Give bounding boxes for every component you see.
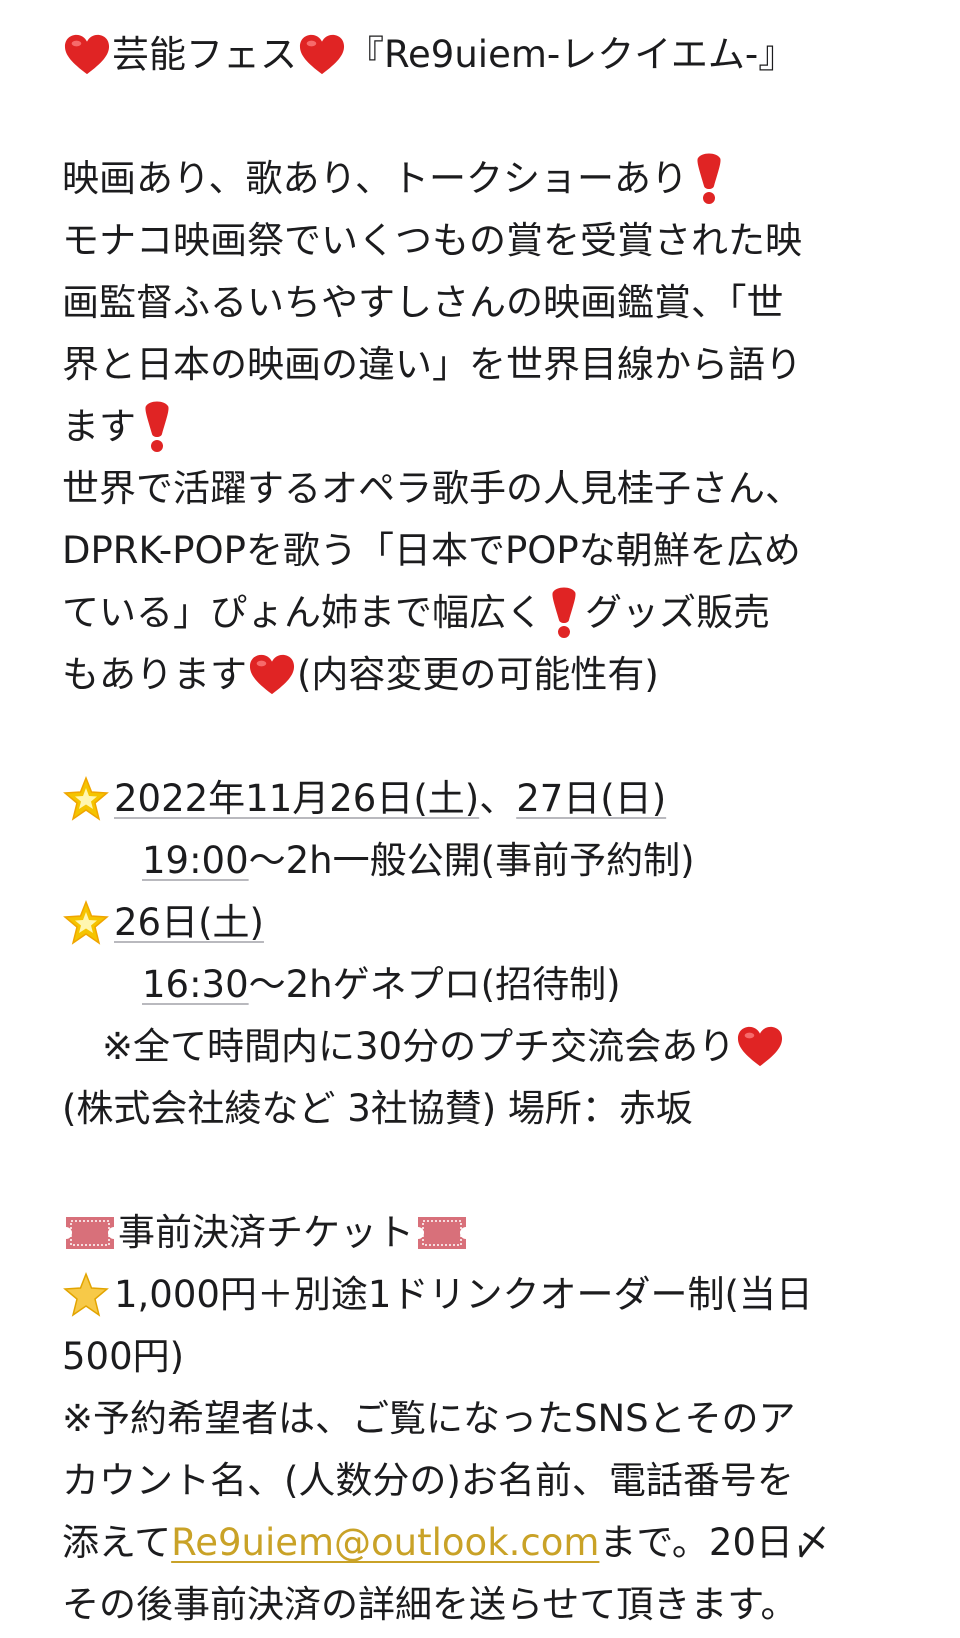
reservation-text: カウント名、(人数分の)お名前、電話番号を	[62, 1459, 794, 1502]
event-name: 『Re9uiem-レクイエム-』	[347, 33, 796, 76]
admission-ticket-icon	[64, 1213, 116, 1253]
date-link[interactable]: 2022年11月26日(土)	[114, 768, 479, 830]
schedule-time-line: 16:30 〜2hゲネプロ(招待制)	[62, 954, 922, 1016]
heart-icon	[299, 33, 345, 77]
description-text: 界と日本の映画の違い」を世界目線から語り	[62, 343, 802, 386]
description-text: 画監督ふるいちやすしさんの映画鑑賞、「世	[62, 281, 784, 324]
time-detail: 〜2hゲネプロ(招待制)	[248, 963, 621, 1006]
text-line: ている」ぴょん姉まで幅広く グッズ販売	[62, 582, 922, 644]
reservation-line: ※予約希望者は、ご覧になったSNSとそのア	[62, 1388, 922, 1450]
sponsor-line: (株式会社綾など 3社協賛) 場所：赤坂	[62, 1078, 922, 1140]
schedule-line: 2022年11月26日(土) 、 27日(日)	[62, 768, 922, 830]
glowing-star-icon	[62, 775, 110, 823]
reservation-text: まで。20日〆	[599, 1521, 831, 1564]
separator-text: 、	[479, 777, 517, 820]
description-text: モナコ映画祭でいくつもの賞を受賞された映	[62, 219, 802, 262]
price-text: 500円)	[62, 1335, 185, 1378]
reservation-line: 添えて Re9uiem@outlook.com まで。20日〆	[62, 1512, 922, 1574]
red-exclamation-icon	[547, 586, 581, 640]
heart-icon	[64, 33, 110, 77]
glowing-star-icon	[62, 899, 110, 947]
reservation-line: カウント名、(人数分の)お名前、電話番号を	[62, 1450, 922, 1512]
note-text: ※全て時間内に30分のプチ交流会あり	[102, 1025, 736, 1068]
description-text: グッズ販売	[585, 591, 770, 634]
email-link[interactable]: Re9uiem@outlook.com	[171, 1512, 599, 1574]
description-text: 世界で活躍するオペラ歌手の人見桂子さん、	[62, 467, 802, 510]
text-line: モナコ映画祭でいくつもの賞を受賞された映	[62, 210, 922, 272]
red-exclamation-icon	[692, 152, 726, 206]
text-line: ます	[62, 396, 922, 458]
description-text: (内容変更の可能性有)	[297, 653, 659, 696]
description-text: もあります	[62, 653, 247, 696]
ticket-heading-line: 事前決済チケット	[62, 1202, 922, 1264]
description-text: DPRK-POPを歌う「日本でPOPな朝鮮を広め	[62, 529, 801, 572]
reservation-text: その後事前決済の詳細を送らせて頂きます。	[62, 1583, 798, 1626]
title-line: 芸能フェス 『Re9uiem-レクイエム-』	[62, 24, 922, 86]
description-text: ている」ぴょん姉まで幅広く	[62, 591, 543, 634]
date-link[interactable]: 27日(日)	[516, 768, 666, 830]
admission-ticket-icon	[416, 1213, 468, 1253]
red-exclamation-icon	[140, 400, 174, 454]
event-title: 芸能フェス	[112, 33, 297, 76]
price-line: 1,000円＋別途1ドリンクオーダー制(当日	[62, 1264, 922, 1326]
sponsor-text: (株式会社綾など 3社協賛) 場所：赤坂	[62, 1087, 693, 1130]
post-body: 芸能フェス 『Re9uiem-レクイエム-』 映画あり、歌あり、トークショーあり…	[62, 24, 922, 1636]
ticket-heading: 事前決済チケット	[118, 1211, 414, 1254]
star-icon	[62, 1271, 110, 1319]
price-text: 1,000円＋別途1ドリンクオーダー制(当日	[114, 1273, 813, 1316]
heart-icon	[737, 1025, 783, 1069]
date-link[interactable]: 26日(土)	[114, 892, 264, 954]
description-text: ます	[62, 405, 136, 448]
text-line: 映画あり、歌あり、トークショーあり	[62, 148, 922, 210]
text-line: 界と日本の映画の違い」を世界目線から語り	[62, 334, 922, 396]
text-line: DPRK-POPを歌う「日本でPOPな朝鮮を広め	[62, 520, 922, 582]
schedule-time-line: 19:00 〜2h一般公開(事前予約制)	[62, 830, 922, 892]
heart-icon	[249, 653, 295, 697]
schedule-line: 26日(土)	[62, 892, 922, 954]
text-line: 画監督ふるいちやすしさんの映画鑑賞、「世	[62, 272, 922, 334]
reservation-text: ※予約希望者は、ご覧になったSNSとそのア	[62, 1397, 796, 1440]
time-link[interactable]: 16:30	[142, 954, 249, 1016]
note-line: ※全て時間内に30分のプチ交流会あり	[62, 1016, 922, 1078]
intro-text: 映画あり、歌あり、トークショーあり	[62, 157, 689, 200]
text-line: 世界で活躍するオペラ歌手の人見桂子さん、	[62, 458, 922, 520]
reservation-text: 添えて	[62, 1521, 172, 1564]
time-detail: 〜2h一般公開(事前予約制)	[248, 839, 695, 882]
reservation-line: その後事前決済の詳細を送らせて頂きます。	[62, 1574, 922, 1636]
time-link[interactable]: 19:00	[142, 830, 249, 892]
price-line: 500円)	[62, 1326, 922, 1388]
text-line: もあります (内容変更の可能性有)	[62, 644, 922, 706]
